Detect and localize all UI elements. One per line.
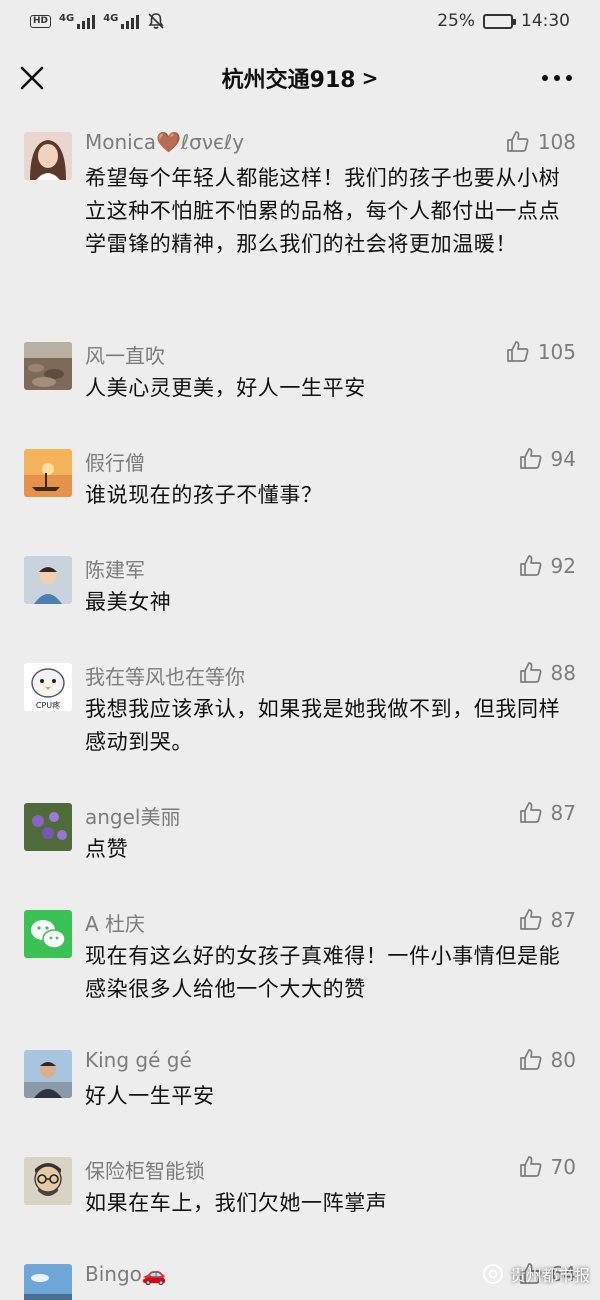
like-button[interactable]: 94 — [519, 447, 576, 471]
commenter-name[interactable]: 我在等风也在等你 — [85, 661, 245, 690]
thumbs-up-icon — [519, 1156, 541, 1177]
like-count: 87 — [550, 801, 576, 825]
signal-icon: 4G — [59, 13, 96, 29]
comment-item: CPU疼 我在等风也在等你 88 我想我应该承认，如果我是她我做不到，但我同样感… — [0, 645, 600, 785]
thumbs-up-icon — [519, 555, 541, 576]
thumbs-up-icon — [519, 662, 541, 683]
network-type-2: 4G — [103, 13, 119, 24]
status-right: 25% 14:30 — [437, 11, 570, 31]
clock: 14:30 — [521, 11, 570, 31]
like-count: 70 — [550, 1155, 576, 1179]
mute-icon — [148, 13, 164, 29]
like-count: 80 — [550, 1048, 576, 1072]
comment-text: 希望每个年轻人都能这样！我们的孩子也要从小树立这种不怕脏不怕累的品格，每个人都付… — [85, 166, 561, 256]
commenter-name[interactable]: 保险柜智能锁 — [85, 1155, 205, 1184]
commenter-name[interactable]: King gé gé — [85, 1048, 192, 1072]
comment-text: 人美心灵更美，好人一生平安 — [85, 376, 366, 400]
avatar[interactable] — [24, 803, 72, 851]
comment-item: 保险柜智能锁 70 如果在车上，我们欠她一阵掌声 — [0, 1139, 600, 1246]
thumbs-up-icon — [506, 131, 529, 152]
like-button[interactable]: 80 — [519, 1048, 576, 1072]
like-count: 87 — [550, 908, 576, 932]
comment-item: 假行僧 94 谁说现在的孩子不懂事？ — [0, 431, 600, 538]
commenter-name[interactable]: angel美丽 — [85, 801, 181, 830]
account-title-link[interactable]: 杭州交通918 > — [222, 62, 379, 94]
like-button[interactable]: 92 — [519, 554, 576, 578]
like-button[interactable]: 87 — [519, 908, 576, 932]
comment-text: 最美女神 — [85, 590, 172, 614]
avatar-caption: CPU疼 — [36, 700, 60, 710]
avatar[interactable] — [24, 1157, 72, 1205]
commenter-name[interactable]: 假行僧 — [85, 447, 145, 476]
commenter-name[interactable]: 风一直吹 — [85, 340, 165, 369]
watermark-text: 贵州都市报 — [509, 1266, 590, 1285]
comment-text: 谁说现在的孩子不懂事？ — [85, 483, 323, 507]
comment-item: angel美丽 87 点赞 — [0, 785, 600, 892]
page-title: 杭州交通918 — [221, 68, 356, 93]
more-icon[interactable] — [540, 66, 574, 90]
comment-item: Monica🤎ℓσνєℓу 108 希望每个年轻人都能这样！我们的孩子也要从小树… — [0, 114, 600, 324]
signal-icon-2: 4G — [103, 13, 140, 29]
wechat-official-account-icon — [483, 1264, 503, 1284]
chevron-right-icon: > — [361, 66, 379, 90]
comment-item: 陈建军 92 最美女神 — [0, 538, 600, 645]
commenter-name[interactable]: Bingo🚗 — [85, 1262, 167, 1286]
commenter-name[interactable]: A 杜庆 — [85, 908, 145, 937]
comment-item: King gé gé 80 好人一生平安 — [0, 1032, 600, 1139]
status-bar: HD 4G 4G 25% 14:30 — [0, 0, 600, 42]
watermark: 贵州都市报 — [482, 1262, 590, 1286]
like-count: 94 — [550, 447, 576, 471]
network-type-1: 4G — [59, 13, 75, 24]
avatar[interactable] — [24, 132, 72, 180]
thumbs-up-icon — [506, 341, 529, 362]
comment-text: 点赞 — [85, 837, 129, 861]
hd-icon: HD — [30, 14, 52, 28]
like-button[interactable]: 108 — [506, 130, 576, 154]
comment-text: 我想我应该承认，如果我是她我做不到，但我同样感动到哭。 — [85, 697, 561, 754]
battery-icon — [483, 13, 516, 29]
avatar[interactable] — [24, 449, 72, 497]
like-button[interactable]: 105 — [506, 340, 576, 364]
like-count: 92 — [550, 554, 576, 578]
thumbs-up-icon — [519, 802, 541, 823]
like-button[interactable]: 88 — [519, 661, 576, 685]
comment-item: 风一直吹 105 人美心灵更美，好人一生平安 — [0, 324, 600, 431]
battery-percent: 25% — [437, 11, 475, 31]
comment-text: 现在有这么好的女孩子真难得！一件小事情但是能感染很多人给他一个大大的赞 — [85, 944, 561, 1001]
avatar[interactable] — [24, 910, 72, 958]
like-count: 108 — [537, 130, 576, 154]
avatar[interactable] — [24, 1264, 72, 1300]
like-button[interactable]: 87 — [519, 801, 576, 825]
thumbs-up-icon — [519, 448, 541, 469]
status-left: HD 4G 4G — [30, 12, 165, 30]
avatar[interactable] — [24, 342, 72, 390]
like-button[interactable]: 70 — [519, 1155, 576, 1179]
comment-item: A 杜庆 87 现在有这么好的女孩子真难得！一件小事情但是能感染很多人给他一个大… — [0, 892, 600, 1032]
like-count: 105 — [537, 340, 576, 364]
comment-text: 好人一生平安 — [85, 1084, 215, 1108]
thumbs-up-icon — [519, 909, 541, 930]
thumbs-up-icon — [519, 1049, 541, 1070]
avatar[interactable]: CPU疼 — [24, 663, 72, 711]
close-icon[interactable] — [16, 62, 48, 94]
commenter-name[interactable]: 陈建军 — [85, 554, 145, 583]
like-count: 88 — [550, 661, 576, 685]
avatar[interactable] — [24, 1050, 72, 1098]
commenter-name[interactable]: Monica🤎ℓσνєℓу — [85, 130, 244, 154]
comment-text: 如果在车上，我们欠她一阵掌声 — [85, 1191, 388, 1215]
nav-bar: 杭州交通918 > — [0, 42, 600, 114]
comment-list: Monica🤎ℓσνєℓу 108 希望每个年轻人都能这样！我们的孩子也要从小树… — [0, 114, 600, 1300]
avatar[interactable] — [24, 556, 72, 604]
